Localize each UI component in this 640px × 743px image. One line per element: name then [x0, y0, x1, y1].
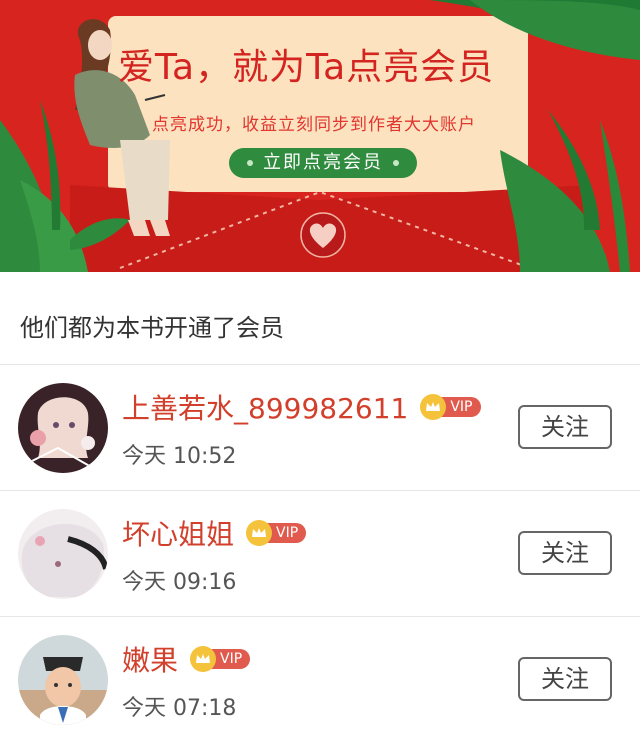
vip-badge: VIP: [246, 520, 307, 546]
crown-icon: [246, 520, 273, 546]
follow-button[interactable]: 关注: [518, 657, 612, 701]
crown-icon: [190, 646, 217, 672]
member-row[interactable]: 上善若水_899982611 VIP 今天 10:52 关注: [0, 365, 640, 491]
vip-badge: VIP: [420, 394, 481, 420]
member-name[interactable]: 坏心姐姐: [122, 513, 234, 553]
button-dot-right: [393, 160, 399, 166]
member-name[interactable]: 嫩果: [122, 639, 178, 679]
banner-subtitle: 点亮成功，收益立刻同步到作者大大账户: [152, 115, 476, 135]
avatar[interactable]: [18, 635, 108, 725]
heart-seal-icon: [300, 212, 346, 258]
light-up-membership-button[interactable]: 立即点亮会员: [229, 148, 417, 178]
member-row[interactable]: 嫩果 VIP 今天 07:18 关注: [0, 617, 640, 743]
button-dot-left: [247, 160, 253, 166]
follow-button[interactable]: 关注: [518, 531, 612, 575]
button-label: 立即点亮会员: [263, 152, 383, 173]
member-time: 今天 10:52: [122, 444, 237, 469]
member-time: 今天 09:16: [122, 570, 237, 595]
avatar[interactable]: [18, 509, 108, 599]
member-time: 今天 07:18: [122, 696, 237, 721]
membership-banner[interactable]: 爱Ta，就为Ta点亮会员 点亮成功，收益立刻同步到作者大大账户 立即点亮会员: [0, 0, 640, 272]
follow-button[interactable]: 关注: [518, 405, 612, 449]
avatar[interactable]: [18, 383, 108, 473]
section-title: 他们都为本书开通了会员: [20, 314, 284, 342]
member-row[interactable]: 坏心姐姐 VIP 今天 09:16 关注: [0, 491, 640, 617]
vip-badge: VIP: [190, 646, 251, 672]
member-name[interactable]: 上善若水_899982611: [122, 387, 408, 427]
banner-title: 爱Ta，就为Ta点亮会员: [118, 47, 495, 88]
